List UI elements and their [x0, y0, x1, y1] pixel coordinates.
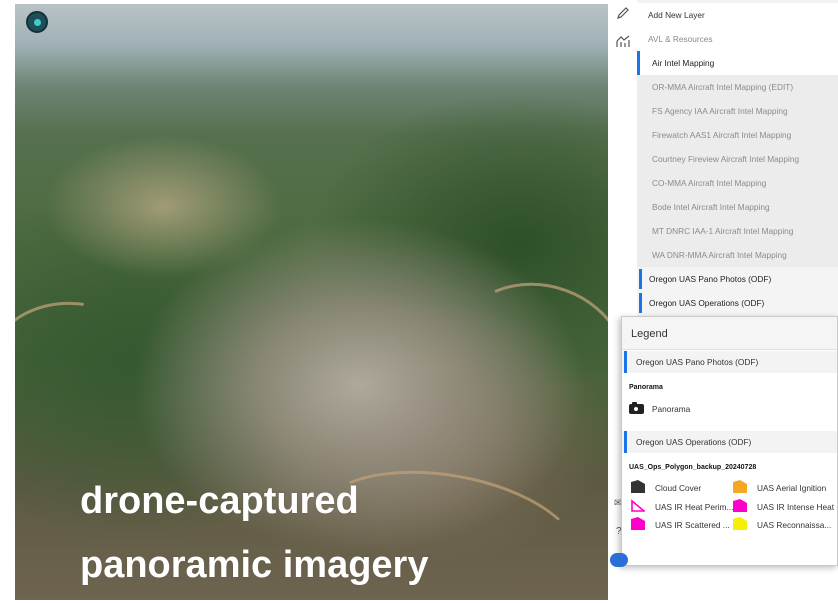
expand-button[interactable]: [610, 553, 628, 567]
legend-group-label: Panorama: [629, 384, 663, 391]
legend-item: Cloud Cover: [655, 483, 702, 493]
legend-panel: Legend Oregon UAS Pano Photos (ODF) Pano…: [621, 316, 838, 566]
selection-bar: [639, 293, 642, 313]
layer-air-intel-mapping[interactable]: Air Intel Mapping: [637, 51, 838, 75]
legend-title: Legend: [631, 328, 668, 340]
layer-child-item[interactable]: OR-MMA Aircraft Intel Mapping (EDIT): [637, 75, 838, 99]
cloud-cover-swatch: [631, 480, 645, 493]
legend-group-label: UAS_Ops_Polygon_backup_20240728: [629, 464, 757, 471]
legend-layer-label: Oregon UAS Pano Photos (ODF): [636, 357, 759, 367]
layer-label: Oregon UAS Operations (ODF): [649, 298, 765, 308]
layer-uas-pano-photos[interactable]: Oregon UAS Pano Photos (ODF): [637, 267, 838, 291]
legend-header: Legend: [622, 317, 837, 350]
layer-avl-resources[interactable]: AVL & Resources: [637, 27, 838, 51]
layer-bar: [624, 431, 627, 453]
layer-child-item[interactable]: CO-MMA Aircraft Intel Mapping: [637, 171, 838, 195]
layer-child-item[interactable]: Courtney Fireview Aircraft Intel Mapping: [637, 147, 838, 171]
legend-item: UAS IR Intense Heat: [757, 502, 835, 512]
layer-child-item[interactable]: FS Agency IAA Aircraft Intel Mapping: [637, 99, 838, 123]
layer-child-item[interactable]: MT DNRC IAA-1 Aircraft Intel Mapping: [637, 219, 838, 243]
overlay-caption-line1: drone-captured: [80, 480, 359, 522]
legend-item: UAS IR Heat Perim...: [655, 502, 734, 512]
overlay-caption-line2: panoramic imagery: [80, 544, 429, 586]
layer-child-item[interactable]: Bode Intel Aircraft Intel Mapping: [637, 195, 838, 219]
ir-scattered-swatch: [631, 517, 645, 530]
legend-layer-pano: Oregon UAS Pano Photos (ODF): [622, 351, 837, 373]
chart-icon[interactable]: [614, 34, 632, 52]
legend-item: UAS IR Scattered ...: [655, 520, 730, 530]
ir-heat-perimeter-swatch: [631, 499, 647, 512]
legend-item: UAS Reconnaissa...: [757, 520, 832, 530]
layer-child-item[interactable]: Firewatch AAS1 Aircraft Intel Mapping: [637, 123, 838, 147]
ir-intense-heat-swatch: [733, 499, 747, 512]
selection-bar: [639, 269, 642, 289]
legend-item: UAS Aerial Ignition: [757, 483, 827, 493]
layer-list: Add New Layer AVL & Resources Air Intel …: [637, 0, 838, 318]
app-logo[interactable]: [26, 11, 48, 33]
legend-layer-label: Oregon UAS Operations (ODF): [636, 437, 752, 447]
layer-label: Oregon UAS Pano Photos (ODF): [649, 274, 772, 284]
layer-child-item[interactable]: WA DNR-MMA Aircraft Intel Mapping: [637, 243, 838, 267]
reconnaissance-swatch: [733, 517, 747, 530]
legend-layer-ops: Oregon UAS Operations (ODF): [622, 431, 837, 453]
pencil-icon[interactable]: [614, 6, 632, 24]
add-new-layer-button[interactable]: Add New Layer: [637, 3, 838, 27]
camera-icon: [629, 402, 644, 414]
layer-bar: [624, 351, 627, 373]
layer-uas-operations[interactable]: Oregon UAS Operations (ODF): [637, 291, 838, 315]
aerial-ignition-swatch: [733, 480, 747, 493]
legend-item: Panorama: [652, 404, 691, 414]
